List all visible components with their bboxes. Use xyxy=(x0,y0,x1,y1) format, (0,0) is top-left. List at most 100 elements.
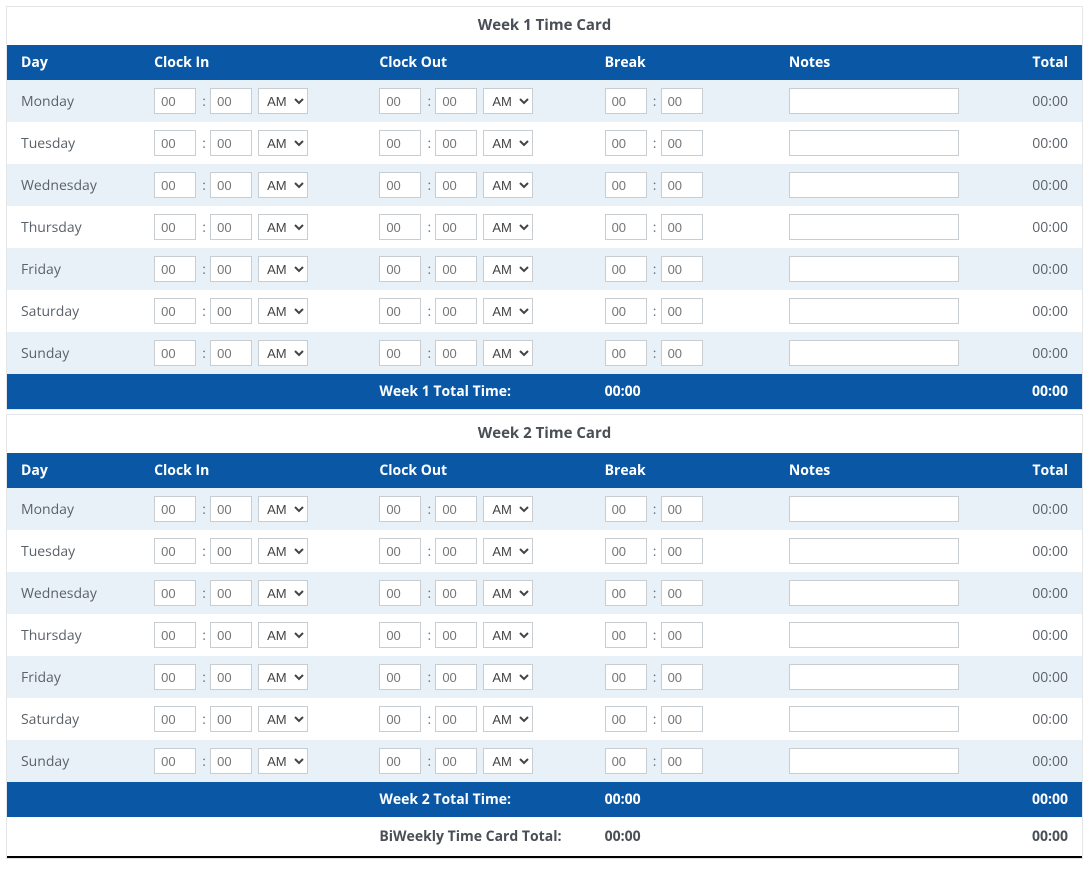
break-hour-input[interactable] xyxy=(605,88,647,114)
clock-out-minute-input[interactable] xyxy=(435,130,477,156)
clock-out-minute-input[interactable] xyxy=(435,706,477,732)
notes-input[interactable] xyxy=(789,748,959,774)
clock-out-ampm-select[interactable]: AMPM xyxy=(483,88,533,114)
clock-out-minute-input[interactable] xyxy=(435,538,477,564)
break-minute-input[interactable] xyxy=(661,88,703,114)
notes-input[interactable] xyxy=(789,214,959,240)
clock-in-hour-input[interactable] xyxy=(154,580,196,606)
clock-out-hour-input[interactable] xyxy=(379,172,421,198)
break-hour-input[interactable] xyxy=(605,538,647,564)
clock-in-minute-input[interactable] xyxy=(210,496,252,522)
break-hour-input[interactable] xyxy=(605,706,647,732)
clock-out-minute-input[interactable] xyxy=(435,172,477,198)
clock-in-ampm-select[interactable]: AMPM xyxy=(258,214,308,240)
clock-out-ampm-select[interactable]: AMPM xyxy=(483,748,533,774)
break-hour-input[interactable] xyxy=(605,580,647,606)
notes-input[interactable] xyxy=(789,664,959,690)
clock-in-hour-input[interactable] xyxy=(154,88,196,114)
clock-out-hour-input[interactable] xyxy=(379,130,421,156)
clock-in-hour-input[interactable] xyxy=(154,706,196,732)
clock-in-ampm-select[interactable]: AMPM xyxy=(258,706,308,732)
break-hour-input[interactable] xyxy=(605,214,647,240)
clock-in-minute-input[interactable] xyxy=(210,88,252,114)
clock-out-hour-input[interactable] xyxy=(379,298,421,324)
clock-out-ampm-select[interactable]: AMPM xyxy=(483,340,533,366)
notes-input[interactable] xyxy=(789,256,959,282)
clock-in-minute-input[interactable] xyxy=(210,214,252,240)
clock-in-hour-input[interactable] xyxy=(154,664,196,690)
clock-out-hour-input[interactable] xyxy=(379,538,421,564)
clock-out-minute-input[interactable] xyxy=(435,88,477,114)
break-hour-input[interactable] xyxy=(605,340,647,366)
clock-in-hour-input[interactable] xyxy=(154,214,196,240)
clock-out-ampm-select[interactable]: AMPM xyxy=(483,172,533,198)
break-minute-input[interactable] xyxy=(661,256,703,282)
clock-in-minute-input[interactable] xyxy=(210,340,252,366)
clock-out-ampm-select[interactable]: AMPM xyxy=(483,580,533,606)
clock-in-minute-input[interactable] xyxy=(210,172,252,198)
clock-in-minute-input[interactable] xyxy=(210,298,252,324)
notes-input[interactable] xyxy=(789,340,959,366)
clock-in-minute-input[interactable] xyxy=(210,130,252,156)
notes-input[interactable] xyxy=(789,580,959,606)
notes-input[interactable] xyxy=(789,88,959,114)
break-minute-input[interactable] xyxy=(661,580,703,606)
clock-out-ampm-select[interactable]: AMPM xyxy=(483,298,533,324)
clock-in-hour-input[interactable] xyxy=(154,298,196,324)
clock-in-ampm-select[interactable]: AMPM xyxy=(258,664,308,690)
clock-out-hour-input[interactable] xyxy=(379,580,421,606)
notes-input[interactable] xyxy=(789,538,959,564)
clock-in-minute-input[interactable] xyxy=(210,622,252,648)
clock-in-ampm-select[interactable]: AMPM xyxy=(258,88,308,114)
notes-input[interactable] xyxy=(789,172,959,198)
clock-out-hour-input[interactable] xyxy=(379,496,421,522)
clock-in-ampm-select[interactable]: AMPM xyxy=(258,580,308,606)
clock-out-ampm-select[interactable]: AMPM xyxy=(483,664,533,690)
clock-out-ampm-select[interactable]: AMPM xyxy=(483,706,533,732)
clock-out-minute-input[interactable] xyxy=(435,580,477,606)
break-hour-input[interactable] xyxy=(605,496,647,522)
break-hour-input[interactable] xyxy=(605,664,647,690)
clock-out-ampm-select[interactable]: AMPM xyxy=(483,496,533,522)
clock-in-minute-input[interactable] xyxy=(210,706,252,732)
clock-out-hour-input[interactable] xyxy=(379,748,421,774)
clock-in-ampm-select[interactable]: AMPM xyxy=(258,496,308,522)
notes-input[interactable] xyxy=(789,706,959,732)
break-hour-input[interactable] xyxy=(605,130,647,156)
clock-in-minute-input[interactable] xyxy=(210,748,252,774)
clock-out-hour-input[interactable] xyxy=(379,664,421,690)
break-minute-input[interactable] xyxy=(661,298,703,324)
clock-out-hour-input[interactable] xyxy=(379,706,421,732)
clock-out-ampm-select[interactable]: AMPM xyxy=(483,130,533,156)
clock-in-ampm-select[interactable]: AMPM xyxy=(258,172,308,198)
break-minute-input[interactable] xyxy=(661,130,703,156)
clock-out-minute-input[interactable] xyxy=(435,256,477,282)
clock-in-minute-input[interactable] xyxy=(210,664,252,690)
clock-in-hour-input[interactable] xyxy=(154,622,196,648)
clock-out-minute-input[interactable] xyxy=(435,622,477,648)
clock-in-ampm-select[interactable]: AMPM xyxy=(258,298,308,324)
clock-out-minute-input[interactable] xyxy=(435,748,477,774)
clock-in-hour-input[interactable] xyxy=(154,496,196,522)
clock-in-ampm-select[interactable]: AMPM xyxy=(258,340,308,366)
clock-out-ampm-select[interactable]: AMPM xyxy=(483,256,533,282)
notes-input[interactable] xyxy=(789,298,959,324)
clock-in-hour-input[interactable] xyxy=(154,130,196,156)
break-minute-input[interactable] xyxy=(661,538,703,564)
clock-in-hour-input[interactable] xyxy=(154,748,196,774)
clock-out-minute-input[interactable] xyxy=(435,664,477,690)
break-minute-input[interactable] xyxy=(661,214,703,240)
clock-in-hour-input[interactable] xyxy=(154,172,196,198)
clock-out-hour-input[interactable] xyxy=(379,622,421,648)
break-minute-input[interactable] xyxy=(661,172,703,198)
notes-input[interactable] xyxy=(789,622,959,648)
clock-in-hour-input[interactable] xyxy=(154,340,196,366)
clock-out-ampm-select[interactable]: AMPM xyxy=(483,214,533,240)
break-hour-input[interactable] xyxy=(605,748,647,774)
clock-in-ampm-select[interactable]: AMPM xyxy=(258,256,308,282)
clock-in-minute-input[interactable] xyxy=(210,580,252,606)
clock-out-hour-input[interactable] xyxy=(379,214,421,240)
notes-input[interactable] xyxy=(789,496,959,522)
break-minute-input[interactable] xyxy=(661,748,703,774)
break-minute-input[interactable] xyxy=(661,664,703,690)
